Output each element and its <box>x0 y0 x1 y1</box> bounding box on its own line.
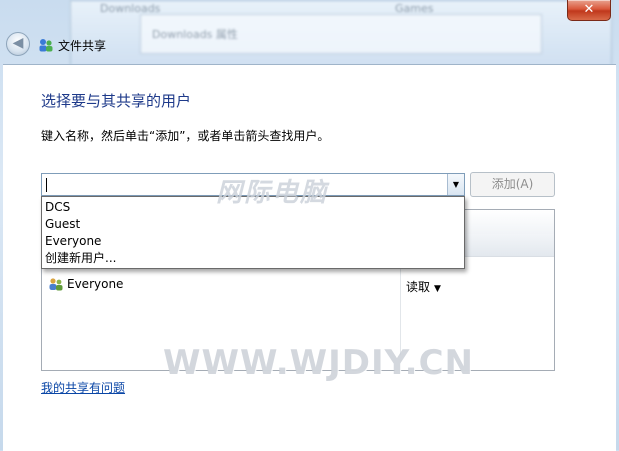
close-button[interactable]: ✕ <box>567 0 611 21</box>
window-title: 文件共享 <box>58 39 107 53</box>
chevron-down-icon: ▼ <box>434 284 441 294</box>
dropdown-item-guest[interactable]: Guest <box>45 216 80 232</box>
close-icon: ✕ <box>583 2 595 17</box>
dropdown-item-everyone[interactable]: Everyone <box>45 233 101 249</box>
sharing-help-link[interactable]: 我的共享有问题 <box>41 379 125 396</box>
permission-dropdown[interactable]: 读取 ▼ <box>406 278 441 295</box>
page-title: 选择要与其共享的用户 <box>41 92 192 110</box>
chevron-down-icon: ▼ <box>452 180 460 189</box>
background-text: Downloads <box>100 2 161 15</box>
back-button[interactable]: ◀ <box>6 32 30 56</box>
text-caret <box>46 178 47 192</box>
dropdown-toggle-button[interactable]: ▼ <box>447 174 464 195</box>
file-sharing-icon <box>39 39 53 52</box>
background-text: Games <box>395 2 434 15</box>
add-button[interactable]: 添加(A) <box>470 172 555 197</box>
instruction-text: 键入名称，然后单击“添加”，或者单击箭头查找用户。 <box>41 129 330 143</box>
dropdown-item-dcs[interactable]: DCS <box>45 199 70 215</box>
table-row[interactable]: Everyone <box>48 277 123 295</box>
user-name-combobox[interactable]: ▼ <box>41 173 465 196</box>
back-arrow-icon: ◀ <box>12 35 24 51</box>
dialog-content: 选择要与其共享的用户 键入名称，然后单击“添加”，或者单击箭头查找用户。 ▼ 添… <box>3 64 616 451</box>
permission-label: 读取 <box>406 280 431 294</box>
user-dropdown-list[interactable]: DCS Guest Everyone 创建新用户... <box>41 196 465 269</box>
dropdown-item-create-new-user[interactable]: 创建新用户... <box>45 250 116 266</box>
title-bar: ◀ 文件共享 <box>0 28 619 64</box>
users-icon <box>49 278 63 291</box>
user-name: Everyone <box>67 277 124 291</box>
